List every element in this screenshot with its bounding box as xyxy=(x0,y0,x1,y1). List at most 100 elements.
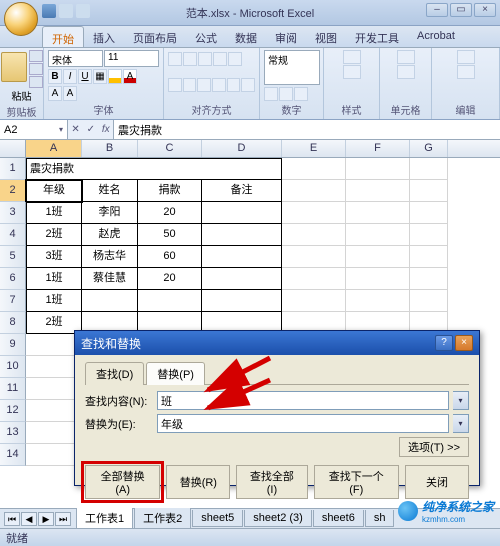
sheet-tab[interactable]: sheet2 (3) xyxy=(244,510,312,527)
align-right-icon[interactable] xyxy=(197,78,211,92)
find-dropdown-icon[interactable]: ▾ xyxy=(453,391,469,410)
close-dialog-button[interactable]: 关闭 xyxy=(405,465,469,499)
replace-input[interactable] xyxy=(157,414,449,433)
cell[interactable] xyxy=(282,180,346,202)
font-size-select[interactable]: 11 xyxy=(104,50,159,67)
cell[interactable] xyxy=(138,158,202,180)
cell[interactable] xyxy=(82,158,138,180)
shrink-font-icon[interactable]: A xyxy=(63,86,77,101)
col-header[interactable]: F xyxy=(346,140,410,157)
sheet-tab[interactable]: sheet5 xyxy=(192,510,243,527)
fx-icon[interactable]: fx xyxy=(102,124,110,135)
cell[interactable]: 李阳 xyxy=(82,202,138,224)
row-header[interactable]: 7 xyxy=(0,290,26,312)
currency-icon[interactable] xyxy=(264,87,278,101)
sheet-tab[interactable]: sheet6 xyxy=(313,510,364,527)
qat-save-icon[interactable] xyxy=(42,4,56,18)
align-top-icon[interactable] xyxy=(168,52,182,66)
row-header[interactable]: 9 xyxy=(0,334,26,356)
font-color-button[interactable]: A xyxy=(123,69,137,84)
qat-redo-icon[interactable] xyxy=(76,4,90,18)
cell[interactable] xyxy=(346,224,410,246)
sheet-tab[interactable]: 工作表2 xyxy=(134,508,191,529)
insert-cells-icon[interactable] xyxy=(397,50,415,64)
cell[interactable]: 50 xyxy=(138,224,202,246)
cell[interactable]: 60 xyxy=(138,246,202,268)
border-button[interactable]: ▦ xyxy=(93,69,107,84)
percent-icon[interactable] xyxy=(279,87,293,101)
cell[interactable]: 20 xyxy=(138,202,202,224)
cell[interactable] xyxy=(410,158,448,180)
cell[interactable] xyxy=(282,246,346,268)
dialog-help-button[interactable]: ? xyxy=(435,335,453,351)
replace-button[interactable]: 替换(R) xyxy=(166,465,230,499)
cell[interactable] xyxy=(410,224,448,246)
cell[interactable] xyxy=(282,224,346,246)
cancel-edit-icon[interactable]: ✕ xyxy=(71,124,79,135)
tab-view[interactable]: 视图 xyxy=(306,26,346,47)
cell[interactable]: 3班 xyxy=(26,246,82,268)
close-button[interactable]: × xyxy=(474,3,496,17)
italic-button[interactable]: I xyxy=(63,69,77,84)
cell[interactable] xyxy=(346,246,410,268)
tab-formulas[interactable]: 公式 xyxy=(186,26,226,47)
cell[interactable]: 1班 xyxy=(26,268,82,290)
qat-undo-icon[interactable] xyxy=(59,4,73,18)
sheet-tab[interactable]: 工作表1 xyxy=(76,508,133,529)
row-header[interactable]: 12 xyxy=(0,400,26,422)
cell[interactable]: 1班 xyxy=(26,202,82,224)
cell[interactable]: 姓名 xyxy=(82,180,138,202)
sheet-nav-first-icon[interactable]: ⏮ xyxy=(4,512,20,526)
dialog-titlebar[interactable]: 查找和替换 ? × xyxy=(75,331,479,355)
row-header[interactable]: 1 xyxy=(0,158,26,180)
row-header[interactable]: 14 xyxy=(0,444,26,466)
find-icon[interactable] xyxy=(457,65,475,79)
cell[interactable] xyxy=(410,290,448,312)
wrap-text-icon[interactable] xyxy=(228,52,242,66)
cell[interactable] xyxy=(202,290,282,312)
row-header[interactable]: 10 xyxy=(0,356,26,378)
cell[interactable]: 备注 xyxy=(202,180,282,202)
cell[interactable] xyxy=(202,158,282,180)
select-all-corner[interactable] xyxy=(0,140,26,157)
cell[interactable]: 蔡佳慧 xyxy=(82,268,138,290)
cell[interactable] xyxy=(410,246,448,268)
sheet-tab[interactable]: sh xyxy=(365,510,395,527)
tab-data[interactable]: 数据 xyxy=(226,26,266,47)
row-header[interactable]: 13 xyxy=(0,422,26,444)
format-table-icon[interactable] xyxy=(343,65,361,79)
col-header[interactable]: E xyxy=(282,140,346,157)
sheet-nav-last-icon[interactable]: ⏭ xyxy=(55,512,71,526)
col-header[interactable]: G xyxy=(410,140,448,157)
office-button[interactable] xyxy=(4,2,38,36)
cell[interactable]: 震灾捐款 xyxy=(26,158,82,180)
cell[interactable]: 捐款 xyxy=(138,180,202,202)
find-next-button[interactable]: 查找下一个(F) xyxy=(314,465,399,499)
minimize-button[interactable]: – xyxy=(426,3,448,17)
cell[interactable]: 1班 xyxy=(26,290,82,312)
tab-developer[interactable]: 开发工具 xyxy=(346,26,408,47)
fill-color-button[interactable] xyxy=(108,69,122,84)
cell[interactable] xyxy=(202,268,282,290)
sheet-nav-next-icon[interactable]: ▶ xyxy=(38,512,54,526)
maximize-button[interactable]: ▭ xyxy=(450,3,472,17)
tab-find[interactable]: 查找(D) xyxy=(85,362,144,385)
cell[interactable] xyxy=(346,180,410,202)
cell[interactable] xyxy=(346,268,410,290)
orientation-icon[interactable] xyxy=(213,52,227,66)
cut-icon[interactable] xyxy=(29,50,43,62)
dialog-close-button[interactable]: × xyxy=(455,335,473,351)
replace-all-button[interactable]: 全部替换(A) xyxy=(85,465,160,499)
row-header[interactable]: 5 xyxy=(0,246,26,268)
cell[interactable] xyxy=(410,180,448,202)
cell[interactable] xyxy=(202,224,282,246)
name-box[interactable]: A2 xyxy=(0,120,68,139)
tab-home[interactable]: 开始 xyxy=(42,26,84,47)
align-center-icon[interactable] xyxy=(183,78,197,92)
sheet-nav-prev-icon[interactable]: ◀ xyxy=(21,512,37,526)
find-all-button[interactable]: 查找全部(I) xyxy=(236,465,307,499)
copy-icon[interactable] xyxy=(29,63,43,75)
cell[interactable] xyxy=(346,158,410,180)
tab-insert[interactable]: 插入 xyxy=(84,26,124,47)
cell[interactable] xyxy=(202,202,282,224)
